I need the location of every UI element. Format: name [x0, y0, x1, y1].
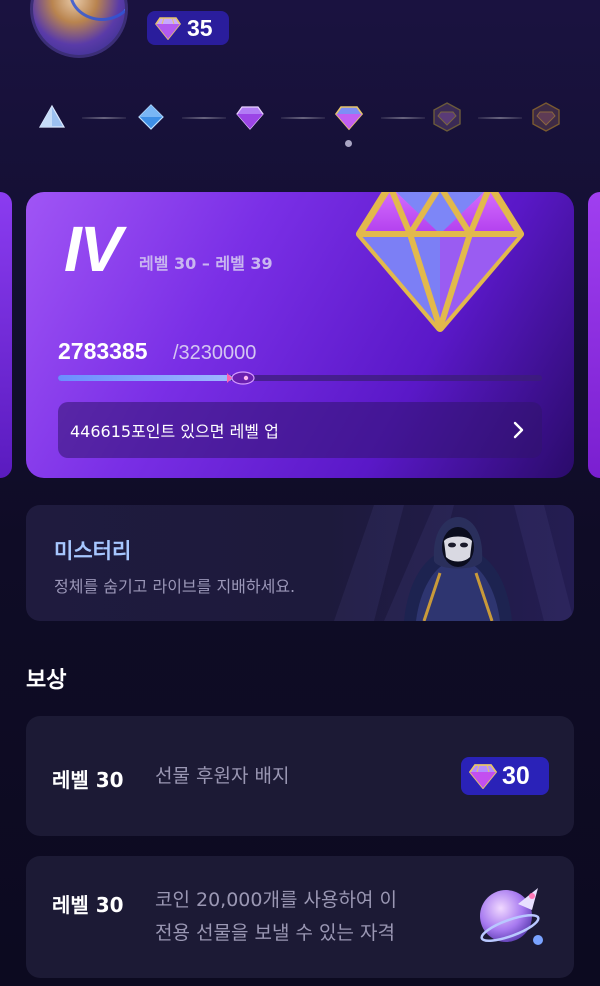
reward-item: 레벨 30 코인 20,000개를 사용하여 이 전용 선물을 보낼 수 있는 …: [26, 856, 574, 978]
level-badge-number: 35: [187, 14, 213, 41]
planet-gift-icon: [480, 888, 543, 945]
chevron-right-icon: [513, 421, 524, 439]
track-connector: [281, 117, 325, 119]
gift-supporter-badge: 30: [461, 757, 549, 795]
points-progress-bar: [58, 375, 542, 381]
diamond-icon: [155, 17, 181, 40]
badge-level-number: 30: [502, 761, 530, 790]
level-up-text: 446615포인트 있으면 레벨 업: [70, 422, 279, 441]
diamond-tier-icon: [356, 192, 524, 332]
avatar-decoration: [69, 0, 125, 21]
track-connector: [478, 117, 522, 119]
diamond-icon: [469, 764, 497, 789]
mystery-title: 미스터리: [54, 539, 132, 563]
track-connector: [381, 117, 425, 119]
track-connector: [82, 117, 126, 119]
tier-roman-numeral: IV: [64, 213, 122, 285]
current-tier-indicator: [345, 140, 352, 147]
reward-description-line-1: 코인 20,000개를 사용하여 이: [155, 889, 397, 911]
reward-description: 선물 후원자 배지: [155, 765, 290, 787]
tier-3-icon[interactable]: [236, 103, 264, 131]
points-target: /3230000: [173, 342, 257, 364]
points-current: 2783385: [58, 338, 148, 364]
reward-level: 레벨 30: [52, 768, 124, 792]
tier-4-icon[interactable]: [335, 103, 363, 131]
previous-tier-card[interactable]: [0, 192, 12, 478]
tier-5-icon[interactable]: [432, 102, 462, 132]
tier-6-icon[interactable]: [531, 102, 561, 132]
tier-level-range: 레벨 30 – 레벨 39: [139, 254, 273, 273]
user-avatar[interactable]: [30, 0, 128, 58]
level-up-info-row[interactable]: 446615포인트 있으면 레벨 업: [58, 402, 542, 458]
reward-description-line-2: 전용 선물을 보낼 수 있는 자격: [155, 922, 395, 944]
rewards-heading: 보상: [26, 668, 67, 693]
tier-card: IV 레벨 30 – 레벨 39 2783385 /3230000 446615…: [26, 192, 574, 478]
track-connector: [182, 117, 226, 119]
level-badge: 35: [147, 11, 229, 45]
points-progress-fill: [58, 375, 233, 381]
tier-2-icon[interactable]: [137, 103, 165, 131]
masked-figure-image: [404, 517, 512, 621]
mystery-mode-banner[interactable]: 미스터리 정체를 숨기고 라이브를 지배하세요.: [26, 505, 574, 621]
reward-item: 레벨 30 선물 후원자 배지 30: [26, 716, 574, 836]
rocket-icon: [227, 371, 255, 385]
mystery-subtitle: 정체를 숨기고 라이브를 지배하세요.: [54, 577, 296, 596]
tier-1-icon[interactable]: [38, 103, 66, 131]
next-tier-card[interactable]: [588, 192, 600, 478]
reward-level: 레벨 30: [52, 893, 124, 917]
